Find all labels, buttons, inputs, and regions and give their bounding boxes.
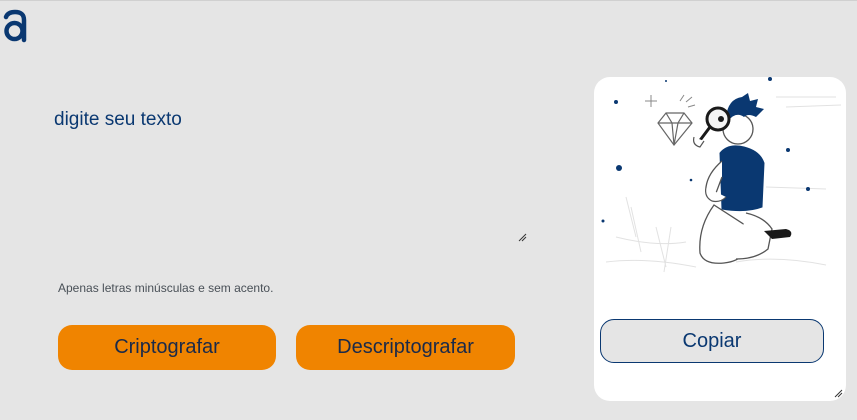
hint-text: Apenas letras minúsculas e sem acento. (58, 281, 274, 295)
person-with-magnifying-glass-illustration (601, 77, 842, 273)
text-input[interactable] (54, 109, 528, 243)
encrypt-button[interactable]: Criptografar (58, 325, 276, 370)
input-hint: Apenas letras minúsculas e sem acento. (58, 281, 273, 295)
resize-handle-icon[interactable] (518, 233, 527, 242)
decrypt-button[interactable]: Descriptografar (296, 325, 515, 370)
output-panel: Copiar (594, 77, 846, 401)
copy-button[interactable]: Copiar (600, 319, 824, 363)
output-resize-handle-icon[interactable] (834, 389, 843, 398)
logo-a-icon[interactable] (2, 9, 28, 43)
